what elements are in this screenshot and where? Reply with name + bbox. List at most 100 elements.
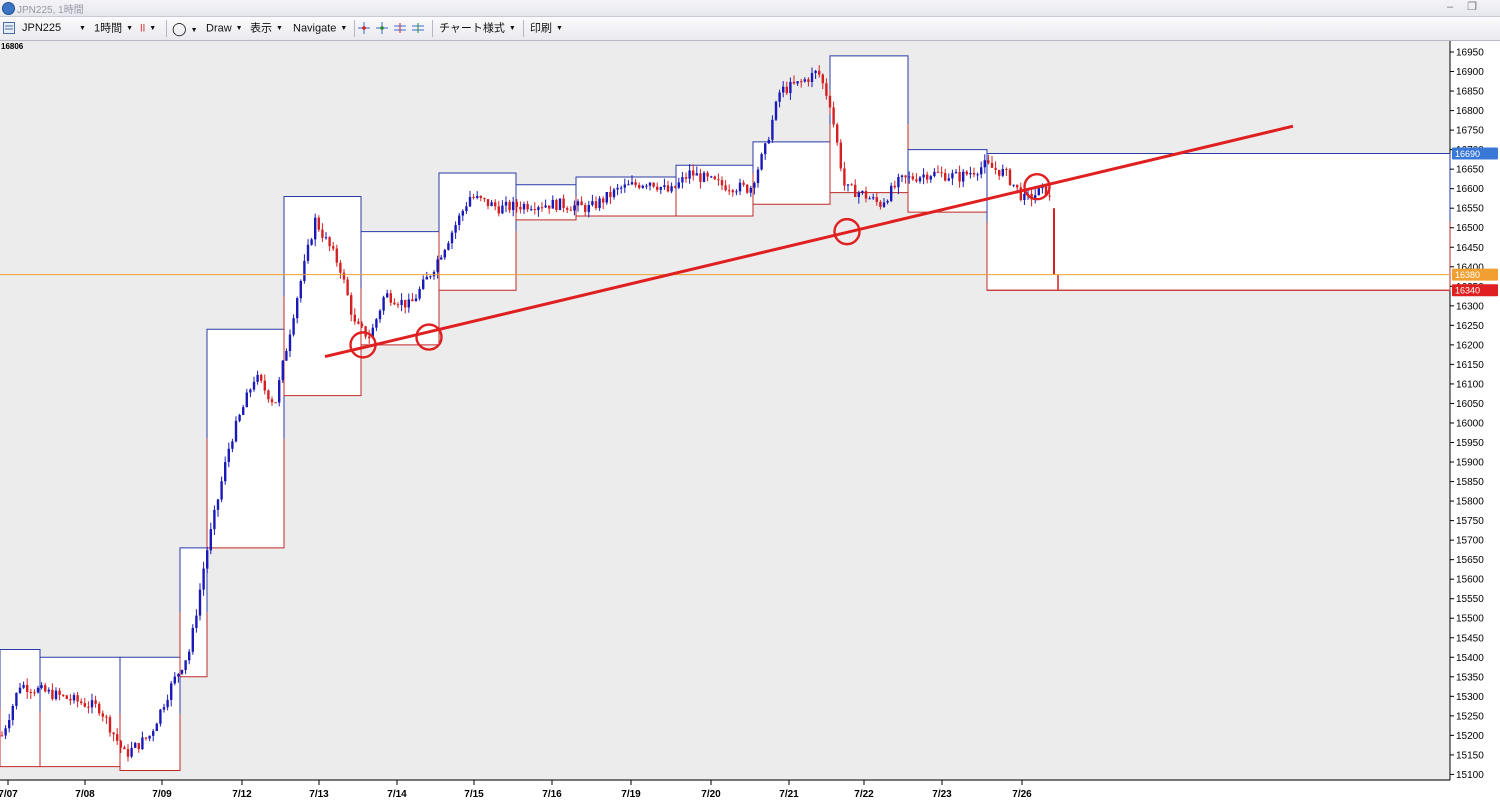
price-tick-label: 16200 bbox=[1456, 340, 1484, 351]
chevron-down-icon: ▼ bbox=[340, 25, 348, 32]
timeframe-select[interactable]: 1時間 ▼ bbox=[94, 20, 133, 37]
candle-body bbox=[864, 190, 868, 199]
price-tag-orange: 16380 bbox=[1455, 270, 1480, 280]
chart-style-label: チャート様式 bbox=[439, 22, 505, 35]
candle-type-select[interactable]: ǀǀ ▼ bbox=[140, 20, 156, 37]
range-box bbox=[207, 329, 284, 548]
price-tick-label: 16600 bbox=[1456, 184, 1484, 195]
candle-body bbox=[404, 299, 407, 308]
candle-body bbox=[90, 700, 94, 708]
candle-body bbox=[47, 689, 50, 692]
print-label: 印刷 bbox=[530, 22, 552, 35]
candle-body bbox=[645, 185, 648, 187]
candle-body bbox=[911, 176, 914, 180]
candle-body bbox=[789, 81, 792, 94]
candle-body bbox=[8, 720, 11, 729]
candle-body bbox=[983, 160, 986, 168]
price-tick-label: 15900 bbox=[1456, 458, 1484, 469]
chart-area[interactable]: 1695016900168501680016750167001665016600… bbox=[0, 41, 1500, 802]
candle-body bbox=[422, 279, 425, 289]
candle-body bbox=[951, 173, 954, 179]
candle-body bbox=[159, 709, 162, 724]
candle-body bbox=[389, 293, 392, 303]
symbol-select[interactable]: JPN225 ▼ bbox=[22, 20, 86, 37]
candle-body bbox=[551, 199, 554, 209]
display-menu[interactable]: 表示 ▼ bbox=[250, 20, 283, 37]
zoom-in-horizontal-icon[interactable] bbox=[358, 22, 370, 34]
print-menu[interactable]: 印刷 ▼ bbox=[530, 20, 563, 37]
navigate-menu[interactable]: Navigate ▼ bbox=[293, 20, 347, 37]
window-title: JPN225, 1時間 bbox=[17, 5, 84, 16]
candle-body bbox=[242, 407, 245, 415]
candle-body bbox=[771, 119, 774, 140]
candle-body bbox=[879, 201, 882, 207]
price-tick-label: 15750 bbox=[1456, 516, 1484, 527]
candle-body bbox=[620, 187, 623, 189]
candle-body bbox=[335, 248, 338, 263]
candle-body bbox=[155, 723, 158, 732]
minimize-icon[interactable]: – bbox=[1440, 0, 1460, 16]
price-tick-label: 16500 bbox=[1456, 223, 1484, 234]
price-chart[interactable]: 1695016900168501680016750167001665016600… bbox=[0, 41, 1500, 802]
candle-body bbox=[220, 481, 223, 500]
candle-body bbox=[987, 160, 990, 163]
candle-body bbox=[18, 687, 22, 693]
candle-body bbox=[612, 189, 616, 198]
toolbar: JPN225 ▼ 1時間 ▼ ǀǀ ▼ ◯ ▼ Draw ▼ 表示 ▼ Navigate ▼… bbox=[0, 17, 1500, 41]
candle-body bbox=[962, 171, 965, 182]
candle-body bbox=[278, 380, 281, 403]
candle-body bbox=[976, 174, 979, 176]
candle-body bbox=[209, 529, 212, 551]
candle-body bbox=[728, 190, 731, 192]
candle-body bbox=[980, 167, 983, 175]
circle-icon: ◯ bbox=[172, 21, 187, 36]
candle-body bbox=[231, 441, 234, 449]
zoom-out-vertical-icon[interactable] bbox=[412, 22, 424, 34]
candle-body bbox=[407, 299, 410, 308]
candle-body bbox=[760, 154, 763, 170]
candle-body bbox=[29, 691, 32, 693]
draw-menu[interactable]: Draw ▼ bbox=[206, 20, 243, 37]
candle-body bbox=[360, 323, 364, 327]
candle-body bbox=[965, 171, 968, 175]
restore-icon[interactable]: ❐ bbox=[1462, 0, 1482, 16]
draw-label: Draw bbox=[206, 22, 232, 35]
candle-body bbox=[263, 380, 266, 391]
corner-price-label: 16806 bbox=[1, 42, 24, 51]
candle-body bbox=[400, 299, 403, 306]
candle-body bbox=[346, 279, 349, 296]
candle-body bbox=[929, 176, 932, 180]
candle-body bbox=[998, 169, 1001, 176]
candle-body bbox=[22, 684, 25, 688]
candle-body bbox=[126, 749, 130, 757]
candle-body bbox=[670, 186, 673, 192]
candle-body bbox=[857, 192, 860, 198]
candle-body bbox=[940, 172, 943, 174]
shape-select[interactable]: ◯ ▼ bbox=[172, 20, 198, 37]
chart-window-icon[interactable] bbox=[3, 22, 15, 34]
time-tick-label: 7/09 bbox=[152, 789, 172, 800]
chevron-down-icon: ▼ bbox=[556, 25, 563, 32]
candle-body bbox=[198, 589, 202, 616]
candle-body bbox=[576, 201, 580, 206]
candle-body bbox=[674, 186, 677, 188]
candle-body bbox=[332, 246, 335, 249]
candle-body bbox=[206, 550, 209, 569]
zoom-out-horizontal-icon[interactable] bbox=[376, 22, 388, 34]
candle-body bbox=[868, 198, 871, 200]
candle-body bbox=[112, 732, 115, 735]
price-tick-label: 15500 bbox=[1456, 614, 1484, 625]
app-icon bbox=[2, 2, 15, 15]
candle-body bbox=[62, 695, 65, 697]
price-tick-label: 15800 bbox=[1456, 497, 1484, 508]
candle-body bbox=[947, 178, 950, 181]
candle-body bbox=[375, 319, 378, 328]
candle-body bbox=[468, 196, 472, 207]
chart-style-menu[interactable]: チャート様式 ▼ bbox=[439, 20, 516, 37]
range-box bbox=[439, 173, 516, 291]
candle-body bbox=[717, 179, 720, 181]
candle-body bbox=[843, 168, 846, 186]
price-tick-label: 15400 bbox=[1456, 653, 1484, 664]
range-box bbox=[830, 55, 908, 193]
zoom-in-vertical-icon[interactable] bbox=[394, 22, 406, 34]
